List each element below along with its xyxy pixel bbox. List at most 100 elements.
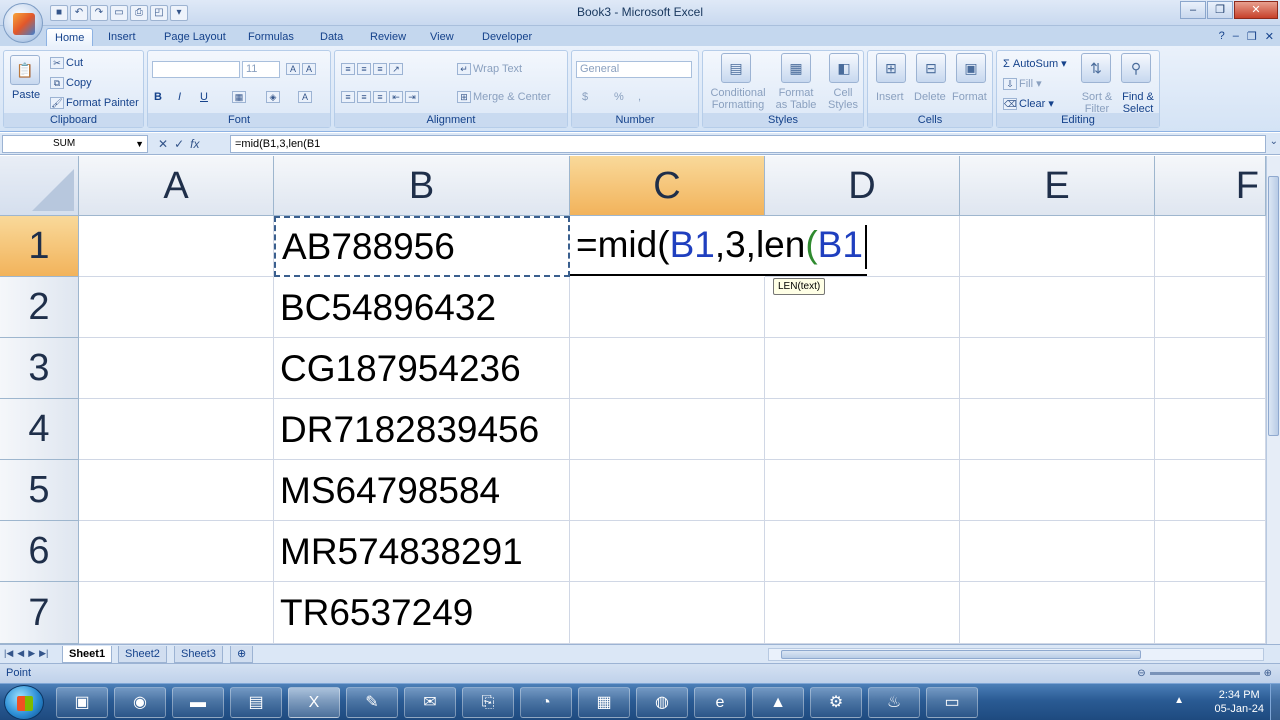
comma-button[interactable]: ,: [638, 91, 641, 103]
insert-function-button[interactable]: fx: [190, 137, 199, 151]
tab-home[interactable]: Home: [46, 28, 94, 46]
taskbar-firefox-icon[interactable]: ◍: [636, 687, 688, 718]
clear-button[interactable]: ⌫ Clear ▾: [1003, 97, 1054, 111]
format-cells-icon[interactable]: ▣: [956, 53, 986, 83]
column-header-b[interactable]: B: [274, 156, 570, 216]
empty-cell[interactable]: [1155, 582, 1266, 644]
empty-cell[interactable]: [960, 216, 1155, 277]
empty-cell[interactable]: [960, 277, 1155, 338]
merge-center-button[interactable]: ⊞ Merge & Center: [457, 91, 551, 104]
sheet-tab-sheet3[interactable]: Sheet3: [174, 646, 223, 663]
empty-cell[interactable]: [960, 399, 1155, 460]
empty-cell[interactable]: [765, 521, 960, 582]
empty-cell[interactable]: [960, 521, 1155, 582]
font-name-box[interactable]: [152, 61, 240, 78]
row-header-1[interactable]: 1: [0, 216, 79, 277]
empty-cell[interactable]: [765, 460, 960, 521]
column-header-a[interactable]: A: [79, 156, 274, 216]
taskbar-paint-icon[interactable]: ✎: [346, 687, 398, 718]
empty-cell[interactable]: [570, 277, 765, 338]
taskbar-excel-icon[interactable]: X: [288, 687, 340, 718]
insert-sheet-icon[interactable]: ⊕: [230, 646, 254, 663]
empty-cell[interactable]: [570, 582, 765, 644]
taskbar-mail-icon[interactable]: ✉: [404, 687, 456, 718]
empty-cell[interactable]: [79, 460, 274, 521]
sort-filter-icon[interactable]: ⇅: [1081, 53, 1111, 83]
delete-cells-icon[interactable]: ⊟: [916, 53, 946, 83]
empty-cell[interactable]: [1155, 338, 1266, 399]
ribbon-minimize-icon[interactable]: –: [1233, 30, 1239, 43]
tab-view[interactable]: View: [422, 28, 462, 46]
office-button[interactable]: [3, 3, 43, 43]
row-header-4[interactable]: 4: [0, 399, 79, 460]
select-all-button[interactable]: [0, 156, 79, 216]
cancel-entry-button[interactable]: ✕: [158, 137, 168, 151]
tab-data[interactable]: Data: [312, 28, 351, 46]
vertical-scroll-thumb[interactable]: [1268, 176, 1279, 436]
cell-b4[interactable]: DR7182839456: [274, 399, 570, 460]
number-format-box[interactable]: General: [576, 61, 692, 78]
cut-button[interactable]: ✂ Cut: [50, 57, 83, 70]
align-left-icons[interactable]: ≡ ≡ ≡ ⇤ ⇥: [341, 91, 421, 104]
italic-button[interactable]: I: [178, 91, 181, 103]
last-sheet-icon[interactable]: ▶|: [39, 648, 48, 659]
empty-cell[interactable]: [960, 582, 1155, 644]
cell-b3[interactable]: CG187954236: [274, 338, 570, 399]
vertical-scrollbar[interactable]: [1266, 156, 1280, 644]
horizontal-scroll-thumb[interactable]: [781, 650, 1141, 659]
copy-button[interactable]: ⧉ Copy: [50, 77, 92, 90]
taskbar-ie-icon[interactable]: e: [694, 687, 746, 718]
enter-entry-button[interactable]: ✓: [174, 137, 184, 151]
expand-formula-icon[interactable]: ⌄: [1270, 136, 1278, 147]
tab-formulas[interactable]: Formulas: [240, 28, 302, 46]
first-sheet-icon[interactable]: |◀: [4, 648, 13, 659]
empty-cell[interactable]: [1155, 460, 1266, 521]
fill-color-icon[interactable]: ◈: [266, 91, 282, 104]
paste-icon[interactable]: 📋: [10, 55, 40, 85]
zoom-out-icon[interactable]: ⊖: [1137, 668, 1145, 679]
taskbar-chrome-icon[interactable]: ◉: [114, 687, 166, 718]
taskbar-computer-icon[interactable]: ▤: [230, 687, 282, 718]
tab-review[interactable]: Review: [362, 28, 414, 46]
zoom-in-icon[interactable]: ⊕: [1264, 668, 1272, 679]
empty-cell[interactable]: [1155, 521, 1266, 582]
currency-button[interactable]: $: [582, 91, 588, 103]
empty-cell[interactable]: [570, 460, 765, 521]
taskbar-window-icon[interactable]: ▭: [926, 687, 978, 718]
next-sheet-icon[interactable]: ▶: [28, 648, 35, 659]
fill-button[interactable]: ⇩ Fill ▾: [1003, 77, 1042, 91]
empty-cell[interactable]: [79, 399, 274, 460]
conditional-formatting-icon[interactable]: ▤: [721, 53, 751, 83]
taskbar-edge-icon[interactable]: ◔: [520, 687, 572, 718]
cell-b1[interactable]: AB788956: [274, 216, 570, 277]
empty-cell[interactable]: [960, 338, 1155, 399]
empty-cell[interactable]: [765, 399, 960, 460]
function-tooltip[interactable]: LEN(text): [773, 278, 826, 295]
empty-cell[interactable]: [79, 216, 274, 277]
show-desktop-button[interactable]: [1270, 684, 1280, 720]
empty-cell[interactable]: [79, 582, 274, 644]
column-header-d[interactable]: D: [765, 156, 960, 216]
font-color-icon[interactable]: A: [298, 91, 314, 104]
paste-button[interactable]: Paste: [12, 89, 40, 101]
format-as-table-icon[interactable]: ▦: [781, 53, 811, 83]
delete-cells-button[interactable]: Delete: [914, 91, 946, 103]
name-box[interactable]: SUM ▼: [2, 135, 148, 153]
cell-b5[interactable]: MS64798584: [274, 460, 570, 521]
bold-button[interactable]: B: [154, 91, 162, 103]
ribbon-restore-icon[interactable]: ❐: [1247, 30, 1257, 43]
cell-styles-icon[interactable]: ◧: [829, 53, 859, 83]
horizontal-scrollbar[interactable]: [768, 648, 1264, 661]
sheet-tab-sheet2[interactable]: Sheet2: [118, 646, 167, 663]
empty-cell[interactable]: [570, 338, 765, 399]
prev-sheet-icon[interactable]: ◀: [17, 648, 24, 659]
empty-cell[interactable]: [765, 338, 960, 399]
cell-c1-editor[interactable]: =mid(B1,3,len(B1: [570, 216, 867, 276]
taskbar-pdf-icon[interactable]: ⎘: [462, 687, 514, 718]
zoom-slider[interactable]: [1149, 672, 1260, 675]
empty-cell[interactable]: [79, 277, 274, 338]
taskbar-office-icon[interactable]: ▣: [56, 687, 108, 718]
sort-filter-button[interactable]: Sort & Filter: [1077, 91, 1117, 115]
cell-b6[interactable]: MR574838291: [274, 521, 570, 582]
empty-cell[interactable]: [570, 521, 765, 582]
